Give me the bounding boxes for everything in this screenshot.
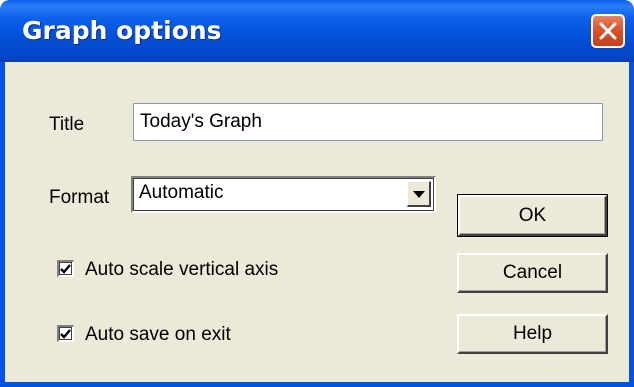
auto-scale-checkbox[interactable] <box>57 260 74 277</box>
format-selected-value: Automatic <box>139 182 224 203</box>
title-bar[interactable]: Graph options <box>0 0 634 62</box>
cancel-button[interactable]: Cancel <box>457 253 608 293</box>
auto-save-label[interactable]: Auto save on exit <box>85 324 231 346</box>
dialog-body: Title Today's Graph Format Automatic OK … <box>5 62 629 382</box>
title-label: Title <box>49 114 85 135</box>
ok-button-label: OK <box>518 205 547 226</box>
auto-scale-label[interactable]: Auto scale vertical axis <box>85 259 278 281</box>
close-button[interactable] <box>591 14 625 48</box>
help-button-label: Help <box>512 323 553 344</box>
help-button[interactable]: Help <box>457 314 608 354</box>
ok-button[interactable]: OK <box>457 194 608 237</box>
auto-save-checkbox[interactable] <box>57 325 74 342</box>
format-dropdown[interactable]: Automatic <box>131 176 436 213</box>
cancel-button-label: Cancel <box>502 262 563 283</box>
format-label: Format <box>49 187 110 208</box>
checkmark-icon <box>60 264 71 274</box>
close-icon <box>599 22 617 40</box>
window-title: Graph options <box>22 16 222 45</box>
title-input[interactable]: Today's Graph <box>133 103 603 141</box>
checkmark-icon <box>60 329 71 339</box>
chevron-down-icon[interactable] <box>407 181 431 207</box>
graph-options-dialog: Graph options Title Today's Graph Format… <box>0 0 634 387</box>
